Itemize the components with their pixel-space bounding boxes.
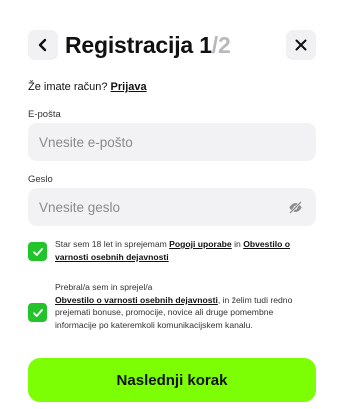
marketing-text: Prebral/a sem in sprejel/a Obvestilo o v… [55, 281, 316, 331]
email-field-wrapper [28, 123, 316, 161]
checkmark-icon [32, 247, 43, 256]
terms-checkbox[interactable] [28, 242, 47, 261]
back-button[interactable] [28, 30, 58, 60]
password-visibility-toggle[interactable] [288, 200, 303, 215]
header: Registracija 1/2 [28, 30, 316, 60]
close-button[interactable] [286, 30, 316, 60]
checkmark-icon [32, 308, 43, 317]
terms-text: Star sem 18 let in sprejemam Pogoji upor… [55, 238, 316, 263]
password-field-wrapper [28, 188, 316, 226]
terms-of-use-link[interactable]: Pogoji uporabe [169, 239, 232, 249]
consent-terms: Star sem 18 let in sprejemam Pogoji upor… [28, 238, 316, 266]
step-current: 1 [199, 32, 212, 58]
terms-text-middle: in [234, 239, 241, 249]
login-prompt-text: Že imate račun? [28, 81, 108, 93]
marketing-checkbox[interactable] [28, 303, 47, 322]
terms-text-before: Star sem 18 let in sprejemam [55, 239, 167, 249]
email-field[interactable] [28, 123, 316, 161]
login-prompt: Že imate račun? Prijava [28, 80, 147, 94]
next-step-button[interactable]: Naslednji korak [28, 358, 316, 402]
marketing-text-before: Prebral/a sem in sprejel/a [55, 282, 153, 292]
password-label: Geslo [28, 174, 53, 185]
login-link[interactable]: Prijava [111, 81, 147, 93]
chevron-left-icon [38, 38, 47, 52]
page-title: Registracija 1/2 [65, 31, 231, 59]
eye-off-icon [289, 201, 302, 214]
close-icon [295, 39, 307, 51]
step-total: 2 [218, 32, 231, 58]
privacy-notice-link-2[interactable]: Obvestilo o varnosti osebnih dejavnosti [55, 295, 218, 305]
title-text: Registracija [65, 32, 193, 58]
consent-marketing: Prebral/a sem in sprejel/a Obvestilo o v… [28, 281, 316, 345]
email-label: E-pošta [28, 109, 61, 120]
password-field[interactable] [28, 188, 316, 226]
